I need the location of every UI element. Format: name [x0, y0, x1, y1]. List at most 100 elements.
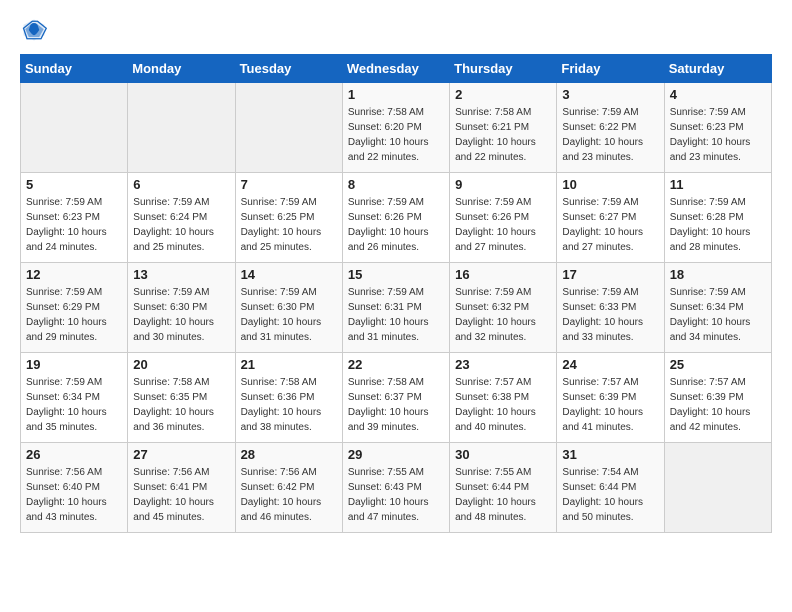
day-number: 13 — [133, 267, 229, 282]
calendar-cell: 11 Sunrise: 7:59 AMSunset: 6:28 PMDayligh… — [664, 173, 771, 263]
day-number: 27 — [133, 447, 229, 462]
day-info: Sunrise: 7:59 AMSunset: 6:28 PMDaylight:… — [670, 195, 766, 255]
calendar-cell: 13 Sunrise: 7:59 AMSunset: 6:30 PMDayligh… — [128, 263, 235, 353]
day-info: Sunrise: 7:58 AMSunset: 6:35 PMDaylight:… — [133, 375, 229, 435]
calendar-header-row: SundayMondayTuesdayWednesdayThursdayFrid… — [21, 55, 772, 83]
day-header-tuesday: Tuesday — [235, 55, 342, 83]
day-info: Sunrise: 7:55 AMSunset: 6:44 PMDaylight:… — [455, 465, 551, 525]
calendar-cell — [235, 83, 342, 173]
day-number: 30 — [455, 447, 551, 462]
day-info: Sunrise: 7:56 AMSunset: 6:41 PMDaylight:… — [133, 465, 229, 525]
day-info: Sunrise: 7:59 AMSunset: 6:22 PMDaylight:… — [562, 105, 658, 165]
day-info: Sunrise: 7:59 AMSunset: 6:34 PMDaylight:… — [26, 375, 122, 435]
day-number: 14 — [241, 267, 337, 282]
day-number: 25 — [670, 357, 766, 372]
calendar-cell: 4 Sunrise: 7:59 AMSunset: 6:23 PMDaylight… — [664, 83, 771, 173]
day-number: 16 — [455, 267, 551, 282]
day-number: 31 — [562, 447, 658, 462]
day-info: Sunrise: 7:58 AMSunset: 6:37 PMDaylight:… — [348, 375, 444, 435]
day-number: 28 — [241, 447, 337, 462]
day-number: 6 — [133, 177, 229, 192]
calendar-cell: 1 Sunrise: 7:58 AMSunset: 6:20 PMDaylight… — [342, 83, 449, 173]
day-info: Sunrise: 7:58 AMSunset: 6:21 PMDaylight:… — [455, 105, 551, 165]
day-number: 10 — [562, 177, 658, 192]
day-header-friday: Friday — [557, 55, 664, 83]
day-number: 19 — [26, 357, 122, 372]
day-info: Sunrise: 7:58 AMSunset: 6:20 PMDaylight:… — [348, 105, 444, 165]
day-number: 15 — [348, 267, 444, 282]
calendar-cell: 9Sunrise: 7:59 AMSunset: 6:26 PMDaylight… — [450, 173, 557, 263]
page-header — [20, 16, 772, 44]
calendar-week-2: 5 Sunrise: 7:59 AMSunset: 6:23 PMDaylight… — [21, 173, 772, 263]
day-info: Sunrise: 7:59 AMSunset: 6:23 PMDaylight:… — [26, 195, 122, 255]
day-number: 29 — [348, 447, 444, 462]
calendar-cell — [21, 83, 128, 173]
calendar-cell: 20 Sunrise: 7:58 AMSunset: 6:35 PMDayligh… — [128, 353, 235, 443]
day-number: 4 — [670, 87, 766, 102]
calendar-cell: 23Sunrise: 7:57 AMSunset: 6:38 PMDayligh… — [450, 353, 557, 443]
day-number: 24 — [562, 357, 658, 372]
calendar-cell: 18 Sunrise: 7:59 AMSunset: 6:34 PMDayligh… — [664, 263, 771, 353]
day-info: Sunrise: 7:56 AMSunset: 6:40 PMDaylight:… — [26, 465, 122, 525]
day-header-wednesday: Wednesday — [342, 55, 449, 83]
day-info: Sunrise: 7:59 AMSunset: 6:34 PMDaylight:… — [670, 285, 766, 345]
day-number: 7 — [241, 177, 337, 192]
calendar-cell: 31Sunrise: 7:54 AMSunset: 6:44 PMDayligh… — [557, 443, 664, 533]
calendar-cell: 2 Sunrise: 7:58 AMSunset: 6:21 PMDaylight… — [450, 83, 557, 173]
calendar-cell: 17 Sunrise: 7:59 AMSunset: 6:33 PMDayligh… — [557, 263, 664, 353]
calendar-cell: 5 Sunrise: 7:59 AMSunset: 6:23 PMDaylight… — [21, 173, 128, 263]
day-number: 9 — [455, 177, 551, 192]
day-header-saturday: Saturday — [664, 55, 771, 83]
day-info: Sunrise: 7:59 AMSunset: 6:23 PMDaylight:… — [670, 105, 766, 165]
day-number: 22 — [348, 357, 444, 372]
day-info: Sunrise: 7:59 AMSunset: 6:31 PMDaylight:… — [348, 285, 444, 345]
day-number: 3 — [562, 87, 658, 102]
calendar-week-1: 1 Sunrise: 7:58 AMSunset: 6:20 PMDaylight… — [21, 83, 772, 173]
calendar-cell: 19 Sunrise: 7:59 AMSunset: 6:34 PMDayligh… — [21, 353, 128, 443]
day-number: 11 — [670, 177, 766, 192]
day-info: Sunrise: 7:59 AMSunset: 6:24 PMDaylight:… — [133, 195, 229, 255]
day-header-sunday: Sunday — [21, 55, 128, 83]
calendar-cell: 24 Sunrise: 7:57 AMSunset: 6:39 PMDayligh… — [557, 353, 664, 443]
day-info: Sunrise: 7:57 AMSunset: 6:38 PMDaylight:… — [455, 375, 551, 435]
calendar-cell: 15 Sunrise: 7:59 AMSunset: 6:31 PMDayligh… — [342, 263, 449, 353]
day-info: Sunrise: 7:59 AMSunset: 6:26 PMDaylight:… — [348, 195, 444, 255]
calendar-cell: 12Sunrise: 7:59 AMSunset: 6:29 PMDayligh… — [21, 263, 128, 353]
day-number: 5 — [26, 177, 122, 192]
day-number: 20 — [133, 357, 229, 372]
calendar-cell: 25 Sunrise: 7:57 AMSunset: 6:39 PMDayligh… — [664, 353, 771, 443]
day-number: 8 — [348, 177, 444, 192]
day-info: Sunrise: 7:59 AMSunset: 6:30 PMDaylight:… — [133, 285, 229, 345]
calendar-cell: 30 Sunrise: 7:55 AMSunset: 6:44 PMDayligh… — [450, 443, 557, 533]
day-info: Sunrise: 7:56 AMSunset: 6:42 PMDaylight:… — [241, 465, 337, 525]
day-info: Sunrise: 7:59 AMSunset: 6:33 PMDaylight:… — [562, 285, 658, 345]
day-info: Sunrise: 7:57 AMSunset: 6:39 PMDaylight:… — [670, 375, 766, 435]
calendar-cell: 3 Sunrise: 7:59 AMSunset: 6:22 PMDaylight… — [557, 83, 664, 173]
day-info: Sunrise: 7:59 AMSunset: 6:29 PMDaylight:… — [26, 285, 122, 345]
day-number: 2 — [455, 87, 551, 102]
calendar-cell — [128, 83, 235, 173]
day-number: 17 — [562, 267, 658, 282]
calendar-cell: 8 Sunrise: 7:59 AMSunset: 6:26 PMDaylight… — [342, 173, 449, 263]
calendar-cell: 28 Sunrise: 7:56 AMSunset: 6:42 PMDayligh… — [235, 443, 342, 533]
calendar-table: SundayMondayTuesdayWednesdayThursdayFrid… — [20, 54, 772, 533]
calendar-cell — [664, 443, 771, 533]
day-header-thursday: Thursday — [450, 55, 557, 83]
calendar-cell: 10 Sunrise: 7:59 AMSunset: 6:27 PMDayligh… — [557, 173, 664, 263]
day-info: Sunrise: 7:59 AMSunset: 6:30 PMDaylight:… — [241, 285, 337, 345]
calendar-week-3: 12Sunrise: 7:59 AMSunset: 6:29 PMDayligh… — [21, 263, 772, 353]
logo-icon — [20, 16, 48, 44]
calendar-cell: 14 Sunrise: 7:59 AMSunset: 6:30 PMDayligh… — [235, 263, 342, 353]
day-info: Sunrise: 7:59 AMSunset: 6:27 PMDaylight:… — [562, 195, 658, 255]
day-number: 18 — [670, 267, 766, 282]
calendar-cell: 29 Sunrise: 7:55 AMSunset: 6:43 PMDayligh… — [342, 443, 449, 533]
calendar-cell: 22 Sunrise: 7:58 AMSunset: 6:37 PMDayligh… — [342, 353, 449, 443]
calendar-cell: 7 Sunrise: 7:59 AMSunset: 6:25 PMDaylight… — [235, 173, 342, 263]
day-info: Sunrise: 7:57 AMSunset: 6:39 PMDaylight:… — [562, 375, 658, 435]
calendar-cell: 16Sunrise: 7:59 AMSunset: 6:32 PMDayligh… — [450, 263, 557, 353]
day-info: Sunrise: 7:59 AMSunset: 6:25 PMDaylight:… — [241, 195, 337, 255]
day-number: 1 — [348, 87, 444, 102]
day-info: Sunrise: 7:55 AMSunset: 6:43 PMDaylight:… — [348, 465, 444, 525]
day-header-monday: Monday — [128, 55, 235, 83]
calendar-week-5: 26Sunrise: 7:56 AMSunset: 6:40 PMDayligh… — [21, 443, 772, 533]
